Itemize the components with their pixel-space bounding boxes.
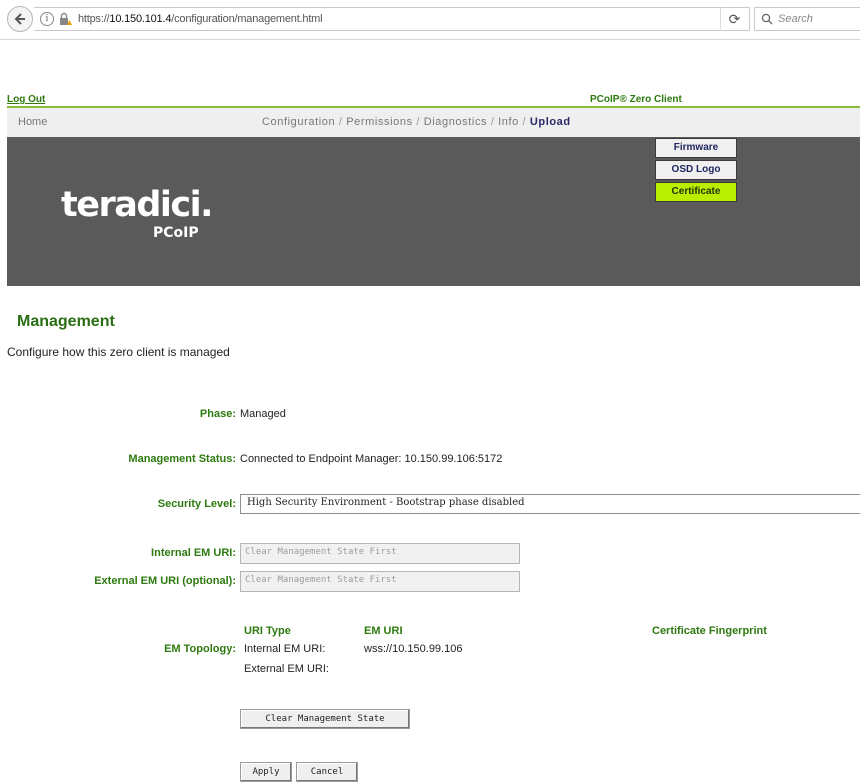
- menu-item-firmware[interactable]: Firmware: [655, 138, 737, 158]
- security-level-label: Security Level:: [157, 498, 236, 510]
- topology-row-type: Internal EM URI:: [244, 643, 326, 655]
- arrow-left-icon: [14, 13, 25, 25]
- info-icon[interactable]: i: [40, 12, 54, 26]
- teradici-logo: teradici. PCoIP: [61, 185, 213, 241]
- topology-header-fingerprint: Certificate Fingerprint: [652, 625, 767, 637]
- search-icon: [761, 13, 773, 25]
- page-title: Management: [17, 313, 115, 330]
- back-button[interactable]: [7, 6, 33, 32]
- topology-row-uri: wss://10.150.99.106: [364, 643, 463, 655]
- nav-info[interactable]: Info: [498, 116, 519, 128]
- cancel-button[interactable]: Cancel: [296, 762, 358, 782]
- internal-em-uri-label: Internal EM URI:: [151, 547, 236, 559]
- logout-link[interactable]: Log Out: [7, 94, 45, 105]
- phase-label: Phase:: [199, 408, 236, 420]
- nav-separator: /: [338, 116, 343, 128]
- phase-value: Managed: [240, 408, 286, 420]
- url-text: https://10.150.101.4/configuration/manag…: [78, 13, 323, 25]
- management-status-value: Connected to Endpoint Manager: 10.150.99…: [240, 453, 503, 465]
- banner: Firmware OSD Logo Certificate teradici. …: [7, 137, 860, 286]
- topology-row-type: External EM URI:: [244, 663, 329, 675]
- management-status-label: Management Status:: [128, 453, 236, 465]
- nav-menu: Configuration / Permissions / Diagnostic…: [262, 116, 571, 128]
- menu-item-certificate[interactable]: Certificate: [655, 182, 737, 202]
- nav-diagnostics[interactable]: Diagnostics: [424, 116, 487, 128]
- external-em-uri-input[interactable]: Clear Management State First: [240, 571, 520, 592]
- browser-toolbar: i https://10.150.101.4/configuration/man…: [0, 0, 860, 40]
- logo-subtitle: PCoIP: [153, 225, 199, 241]
- page-description: Configure how this zero client is manage…: [7, 345, 230, 359]
- nav-upload[interactable]: Upload: [530, 116, 571, 128]
- nav-separator: /: [522, 116, 527, 128]
- lock-warning-icon[interactable]: [58, 12, 72, 26]
- external-em-uri-label: External EM URI (optional):: [94, 575, 236, 587]
- logo-wordmark: teradici.: [61, 185, 213, 225]
- security-level-select[interactable]: High Security Environment - Bootstrap ph…: [240, 494, 860, 514]
- nav-home[interactable]: Home: [18, 116, 47, 128]
- nav-permissions[interactable]: Permissions: [346, 116, 413, 128]
- search-input[interactable]: Search: [754, 7, 860, 31]
- product-name: PCoIP® Zero Client: [590, 94, 682, 105]
- clear-management-state-button[interactable]: Clear Management State: [240, 709, 410, 729]
- internal-em-uri-input[interactable]: Clear Management State First: [240, 543, 520, 564]
- nav-separator: /: [490, 116, 495, 128]
- main-nav: Home Configuration / Permissions / Diagn…: [7, 106, 860, 137]
- reload-icon[interactable]: ⟳: [720, 7, 748, 31]
- nav-separator: /: [416, 116, 421, 128]
- apply-button[interactable]: Apply: [240, 762, 292, 782]
- nav-configuration[interactable]: Configuration: [262, 116, 335, 128]
- search-placeholder: Search: [778, 13, 813, 25]
- address-bar[interactable]: i https://10.150.101.4/configuration/man…: [34, 7, 750, 31]
- em-topology-label: EM Topology:: [164, 643, 236, 655]
- upload-dropdown: Firmware OSD Logo Certificate: [655, 138, 737, 204]
- topology-header-em-uri: EM URI: [364, 625, 403, 637]
- menu-item-osd-logo[interactable]: OSD Logo: [655, 160, 737, 180]
- topology-header-uri-type: URI Type: [244, 625, 291, 637]
